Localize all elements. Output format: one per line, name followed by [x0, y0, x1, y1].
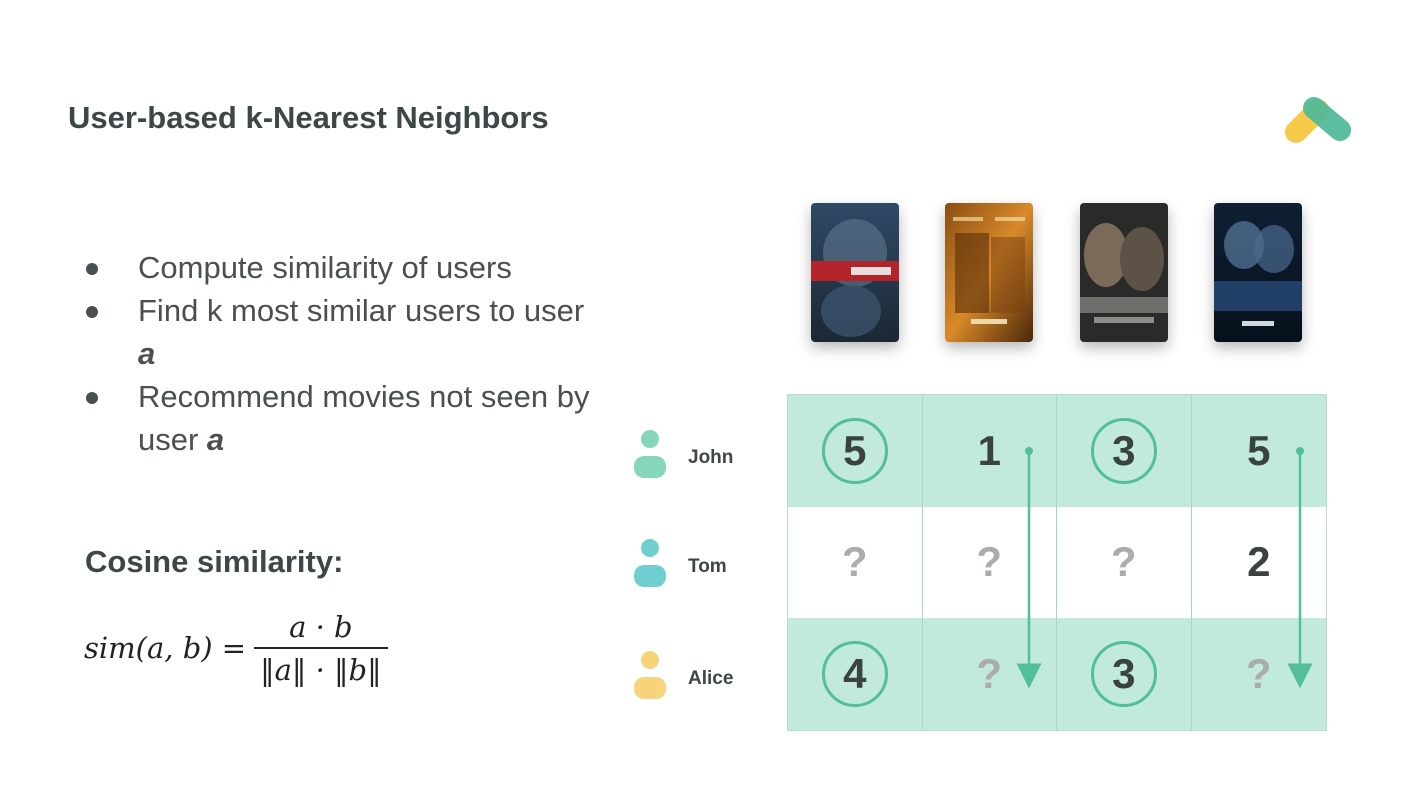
poster-image — [811, 203, 899, 342]
cosine-title: Cosine similarity: — [85, 544, 344, 579]
user-row-label: John — [630, 429, 790, 489]
logo-icon — [1285, 97, 1351, 143]
bullet-item: Find k most similar users to user a — [84, 289, 604, 375]
poster-image — [945, 203, 1033, 342]
poster-image — [1214, 203, 1302, 342]
rating-cell: 1 — [922, 395, 1057, 507]
highlight-circle: 5 — [821, 417, 888, 484]
highlight-circle: 3 — [1090, 641, 1157, 708]
cosine-formula: sim(a, b) = a · b ‖a‖ · ‖b‖ — [84, 600, 388, 696]
formula-lhs: sim(a, b) = — [84, 631, 247, 665]
poster-image — [1080, 203, 1168, 342]
highlight-circle: 3 — [1090, 417, 1157, 484]
movie-poster-insomnia — [1080, 203, 1168, 342]
rating-cell: 4 — [788, 618, 923, 730]
rating-cell: 2 — [1191, 506, 1326, 619]
bullet-item: Compute similarity of users — [84, 246, 604, 289]
user-name: Alice — [688, 668, 734, 689]
movie-poster-heat — [1214, 203, 1302, 342]
rating-cell: 3 — [1057, 618, 1192, 730]
variable-a: a — [206, 422, 225, 457]
rating-cell: ? — [922, 618, 1057, 730]
rating-cell: 3 — [1057, 395, 1192, 507]
movie-poster-argo — [811, 203, 899, 342]
rating-matrix: 5 1 3 5??? 2 4? 3? — [787, 394, 1327, 731]
rating-cell: 5 — [788, 395, 923, 507]
bullet-item: Recommend movies not seen by user a — [84, 375, 604, 461]
bullet-text: Recommend movies not seen by user — [138, 379, 590, 457]
user-icon — [634, 539, 666, 587]
bullet-dot-icon — [86, 263, 98, 275]
formula-numerator: a · b — [289, 609, 353, 644]
bullet-dot-icon — [86, 392, 98, 404]
formula-fraction: a · b ‖a‖ · ‖b‖ — [254, 610, 388, 687]
user-icon — [634, 430, 666, 478]
highlight-circle: 4 — [821, 641, 888, 708]
rating-cell: ? — [1057, 506, 1192, 619]
rating-cell: ? — [1191, 618, 1326, 730]
user-name: John — [688, 447, 734, 468]
bullet-list: Compute similarity of users Find k most … — [84, 246, 604, 461]
rating-cell: 5 — [1191, 395, 1326, 507]
rating-cell: ? — [788, 506, 923, 619]
movie-poster-seven — [945, 203, 1033, 342]
variable-a: a — [138, 336, 156, 371]
bullet-text: Compute similarity of users — [138, 250, 512, 285]
user-icon — [634, 651, 666, 699]
slide-title: User-based k-Nearest Neighbors — [68, 100, 549, 135]
user-row-label: Tom — [630, 538, 790, 598]
bullet-text: Find k most similar users to user — [138, 293, 585, 328]
user-row-label: Alice — [630, 650, 790, 710]
user-name: Tom — [688, 556, 727, 577]
rating-cell: ? — [922, 506, 1057, 619]
formula-denominator: ‖a‖ · ‖b‖ — [254, 646, 388, 687]
bullet-dot-icon — [86, 306, 98, 318]
